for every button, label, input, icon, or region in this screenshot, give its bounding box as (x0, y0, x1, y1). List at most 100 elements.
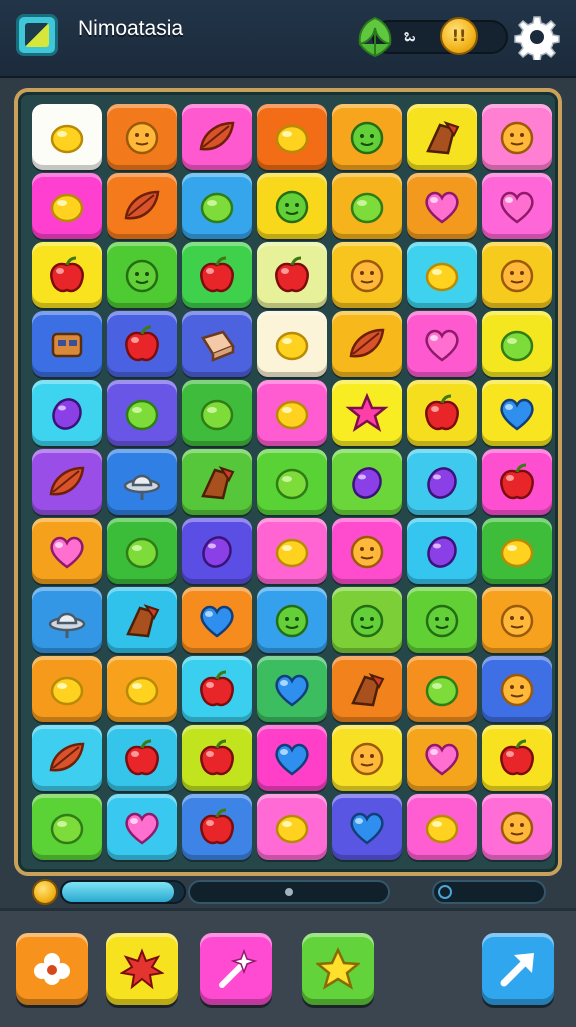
tile-blueheart[interactable] (257, 656, 327, 722)
tile-pea[interactable] (257, 587, 327, 653)
powerup-arrow-button[interactable] (482, 933, 554, 1005)
arrow-icon (500, 953, 534, 987)
tile-cookie[interactable] (332, 242, 402, 308)
tile-lemon[interactable] (257, 104, 327, 170)
tile-lemon[interactable] (257, 380, 327, 446)
tile-lime[interactable] (107, 518, 177, 584)
tile-lime[interactable] (332, 173, 402, 239)
tile-lemon[interactable] (32, 173, 102, 239)
tile-robot[interactable] (32, 311, 102, 377)
gear-icon[interactable] (514, 14, 560, 60)
tile-apple[interactable] (182, 656, 252, 722)
lemon-icon (275, 538, 309, 568)
tile-heart[interactable] (407, 725, 477, 791)
tile-cookie[interactable] (482, 587, 552, 653)
tile-apple[interactable] (107, 725, 177, 791)
tile-apple[interactable] (257, 242, 327, 308)
tile-lemon[interactable] (407, 794, 477, 860)
resource-count: ಒ (404, 26, 416, 45)
tile-cookie[interactable] (482, 104, 552, 170)
tile-lemon[interactable] (257, 311, 327, 377)
tile-lime[interactable] (182, 380, 252, 446)
tile-blueheart[interactable] (182, 587, 252, 653)
tile-lemon[interactable] (32, 656, 102, 722)
leaf-icon (199, 121, 235, 151)
tile-pea[interactable] (257, 173, 327, 239)
tile-lemon[interactable] (32, 104, 102, 170)
ufo-icon (123, 474, 161, 500)
tile-blueheart[interactable] (332, 794, 402, 860)
tile-heart[interactable] (407, 173, 477, 239)
tile-gem[interactable] (332, 449, 402, 515)
tile-ufo[interactable] (107, 449, 177, 515)
tile-lime[interactable] (182, 173, 252, 239)
tile-lime[interactable] (482, 311, 552, 377)
powerup-wand-button[interactable] (200, 933, 272, 1005)
tile-heart[interactable] (32, 518, 102, 584)
tile-apple[interactable] (182, 242, 252, 308)
tile-lime[interactable] (257, 449, 327, 515)
tile-leaf[interactable] (32, 449, 102, 515)
tile-blueheart[interactable] (482, 380, 552, 446)
lemon-icon (275, 331, 309, 361)
tile-lemon[interactable] (257, 794, 327, 860)
tile-leaf[interactable] (107, 173, 177, 239)
tile-gift[interactable] (182, 311, 252, 377)
tile-pea[interactable] (332, 104, 402, 170)
cookie-icon (500, 811, 534, 845)
tile-apple[interactable] (482, 725, 552, 791)
tile-cookie[interactable] (332, 518, 402, 584)
heart-icon (500, 191, 534, 224)
heart-icon (425, 329, 459, 362)
powerup-star-button[interactable] (302, 933, 374, 1005)
powerup-flower-button[interactable] (16, 933, 88, 1005)
tile-blueheart[interactable] (257, 725, 327, 791)
tile-lemon[interactable] (482, 518, 552, 584)
tile-lemon[interactable] (107, 656, 177, 722)
tile-apple[interactable] (482, 449, 552, 515)
tile-leaf[interactable] (332, 311, 402, 377)
tile-cookie[interactable] (482, 794, 552, 860)
tile-star-chip[interactable] (332, 656, 402, 722)
tile-apple[interactable] (107, 311, 177, 377)
tile-star-chip[interactable] (182, 449, 252, 515)
leaf-icon (124, 190, 160, 220)
tile-gem[interactable] (32, 380, 102, 446)
progress-bar-primary (60, 880, 186, 904)
tile-gem[interactable] (407, 518, 477, 584)
leaf-icon (49, 742, 85, 772)
progress-bar-tertiary (432, 880, 546, 904)
tile-cookie[interactable] (107, 104, 177, 170)
tile-gem[interactable] (407, 449, 477, 515)
tile-lemon[interactable] (257, 518, 327, 584)
tile-lime[interactable] (407, 656, 477, 722)
tile-pea[interactable] (332, 587, 402, 653)
tile-lime[interactable] (32, 794, 102, 860)
tile-apple[interactable] (182, 725, 252, 791)
tile-heart[interactable] (482, 173, 552, 239)
tile-gem[interactable] (182, 518, 252, 584)
tile-apple[interactable] (32, 242, 102, 308)
tile-heart[interactable] (407, 311, 477, 377)
lime-icon (275, 468, 309, 500)
tile-star[interactable] (332, 380, 402, 446)
tile-star-chip[interactable] (107, 587, 177, 653)
tile-cookie[interactable] (332, 725, 402, 791)
tile-heart[interactable] (107, 794, 177, 860)
gift-icon (201, 330, 235, 362)
tile-leaf[interactable] (32, 725, 102, 791)
powerup-bomb-button[interactable] (106, 933, 178, 1005)
flower-icon (34, 953, 70, 985)
tile-ufo[interactable] (32, 587, 102, 653)
tile-lemon[interactable] (407, 242, 477, 308)
tile-cookie[interactable] (482, 242, 552, 308)
tile-pea[interactable] (407, 587, 477, 653)
tile-pea[interactable] (107, 242, 177, 308)
tile-apple[interactable] (182, 794, 252, 860)
splat-icon (120, 948, 164, 990)
tile-cookie[interactable] (482, 656, 552, 722)
tile-apple[interactable] (407, 380, 477, 446)
tile-leaf[interactable] (182, 104, 252, 170)
tile-lime[interactable] (107, 380, 177, 446)
tile-star-chip[interactable] (407, 104, 477, 170)
